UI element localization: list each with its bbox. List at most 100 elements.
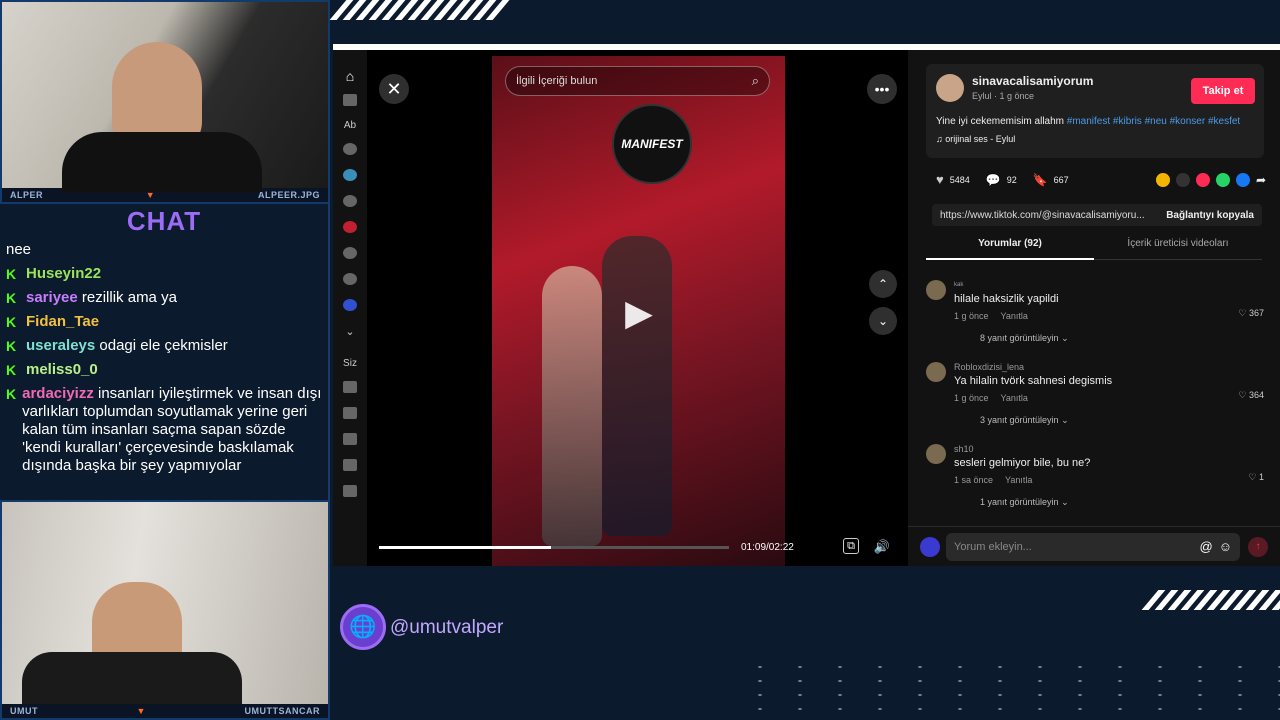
webcam-bottom-left-label: UMUT — [10, 706, 38, 716]
view-replies-label: 8 yanıt görüntüleyin — [980, 333, 1059, 343]
next-video-icon[interactable]: ⌄ — [869, 307, 897, 335]
video-player[interactable]: ✕ MANIFEST İlgili İçeriği bulun ⌕ ▶ 01:0… — [367, 50, 908, 566]
previous-video-icon[interactable]: ⌃ — [869, 270, 897, 298]
right-stripes-decoration — [1141, 590, 1280, 610]
volume-icon[interactable]: 🔊 — [873, 538, 891, 556]
heart-outline-icon: ♡ — [1238, 390, 1249, 400]
comment-text: Ya hilalin tvörk sahnesi degismis — [954, 375, 1113, 387]
comment-like[interactable]: ♡ 367 — [1238, 308, 1264, 319]
author-avatar[interactable] — [936, 74, 964, 102]
search-icon[interactable]: ⌕ — [752, 73, 759, 89]
heart-outline-icon: ♡ — [1248, 472, 1259, 482]
comment-like[interactable]: ♡ 1 — [1248, 472, 1264, 483]
facebook-icon[interactable] — [1235, 172, 1250, 187]
chat-username[interactable]: useraleys — [26, 337, 95, 354]
comment-icon[interactable]: 💬 — [986, 173, 1001, 187]
video-link[interactable]: https://www.tiktok.com/@sinavacalisamiyo… — [940, 210, 1166, 221]
following-avatar-icon[interactable] — [343, 299, 357, 311]
chat-message-text: rezillik ama ya — [77, 289, 177, 306]
following-avatar-icon[interactable] — [343, 169, 357, 181]
commenter-name[interactable]: Robloxdizisi_lena — [954, 362, 1264, 372]
commenter-name[interactable]: sh10 — [954, 444, 1264, 454]
chat-username[interactable]: ardaciyizz — [22, 385, 94, 402]
bookmark-icon[interactable]: 🔖 — [1033, 173, 1048, 187]
tab-creator-videos[interactable]: İçerik üreticisi videoları — [1094, 238, 1262, 260]
kick-badge-icon: K — [6, 386, 17, 402]
chat-username[interactable]: sariyee — [26, 289, 78, 306]
tab-comments[interactable]: Yorumlar (92) — [926, 238, 1094, 260]
commenter-avatar[interactable] — [926, 362, 946, 382]
mention-icon[interactable]: @ — [1200, 539, 1213, 554]
video-search-input[interactable]: İlgili İçeriği bulun ⌕ — [505, 66, 770, 96]
caption-hashtags[interactable]: #manifest #kibris #neu #konser #kesfet — [1067, 116, 1240, 127]
send-icon[interactable] — [1195, 172, 1210, 187]
commenter-name[interactable]: ᵏᵃᵏ — [954, 280, 1264, 290]
following-avatar-icon[interactable] — [343, 195, 357, 207]
kick-badge-icon: K — [6, 362, 17, 378]
comment-input[interactable]: Yorum ekleyin... @ ☺ — [946, 532, 1240, 561]
chat-title: CHAT — [126, 206, 202, 236]
post-caption: Yine iyi cekememisim allahm #manifest #k… — [936, 116, 1240, 127]
comment-like[interactable]: ♡ 364 — [1238, 390, 1264, 401]
video-progress-track[interactable] — [379, 546, 729, 549]
comment-time: 1 sa önce — [954, 475, 994, 485]
emoji-icon[interactable]: ☺ — [1219, 539, 1232, 554]
webcam-top-right-label: ALPEER.JPG — [257, 190, 320, 200]
reply-button[interactable]: Yanıtla — [1001, 311, 1028, 321]
like-count: 5484 — [949, 174, 970, 185]
post-sound[interactable]: ♫ orijinal ses - Eylul — [936, 134, 1015, 144]
follow-button[interactable]: Takip et — [1191, 78, 1255, 104]
post-comment-button[interactable]: ↑ — [1248, 536, 1268, 557]
more-options-icon[interactable]: ••• — [867, 74, 897, 104]
view-replies-button[interactable]: 1 yanıt görüntüleyin ⌄ — [980, 497, 1264, 508]
chat-username[interactable]: Fidan_Tae — [26, 313, 99, 330]
comment-meta: 1 g önce Yanıtla — [954, 311, 1264, 321]
webcam-top-feed — [2, 2, 328, 192]
commenter-avatar[interactable] — [926, 280, 946, 300]
whatsapp-icon[interactable] — [1215, 172, 1230, 187]
following-avatar-icon[interactable] — [343, 247, 357, 259]
explore-icon[interactable] — [343, 94, 357, 106]
tiktok-sidebar: ⌂ Ab ⌄ Siz — [333, 50, 367, 566]
comment-meta: 1 g önce Yanıtla — [954, 393, 1264, 403]
copy-link-button[interactable]: Bağlantıyı kopyala — [1166, 210, 1254, 221]
kick-badge-icon: K — [6, 338, 17, 354]
comment-item: sh10 sesleri gelmiyor bile, bu ne? 1 sa ön… — [926, 444, 1264, 508]
like-icon[interactable] — [343, 485, 357, 497]
coin-icon[interactable] — [1155, 172, 1170, 187]
clock-icon[interactable] — [343, 459, 357, 471]
kick-badge-icon: K — [6, 290, 17, 306]
view-replies-button[interactable]: 3 yanıt görüntüleyin ⌄ — [980, 415, 1264, 426]
user-avatar[interactable] — [920, 536, 940, 557]
reply-button[interactable]: Yanıtla — [1001, 393, 1028, 403]
webcam-bottom: UMUT ▼ UMUTTSANCAR — [0, 500, 330, 720]
view-replies-button[interactable]: 8 yanıt görüntüleyin ⌄ — [980, 333, 1264, 344]
following-avatar-icon[interactable] — [343, 221, 357, 233]
tab-creator-label: İçerik üreticisi videoları — [1127, 238, 1229, 249]
commenter-avatar[interactable] — [926, 444, 946, 464]
top-stripes-decoration — [329, 0, 510, 20]
performer-silhouette — [602, 236, 672, 536]
comment-item: ᵏᵃᵏ hilale haksizlik yapildi 1 g önce Yanıt… — [926, 280, 1264, 344]
list-icon[interactable] — [343, 433, 357, 445]
embed-icon[interactable] — [1175, 172, 1190, 187]
reply-button[interactable]: Yanıtla — [1005, 475, 1032, 485]
comment-list: ᵏᵃᵏ hilale haksizlik yapildi 1 g önce Yanıt… — [926, 280, 1264, 520]
play-icon[interactable]: ▶ — [619, 292, 659, 333]
streamer-handle: @umutvalper — [390, 617, 504, 638]
share-arrow-icon[interactable]: ➦ — [1256, 173, 1266, 187]
close-icon[interactable]: ✕ — [379, 74, 409, 104]
chat-username[interactable]: Huseyin22 — [26, 265, 101, 282]
author-username[interactable]: sinavacalisamiyorum — [972, 74, 1093, 88]
history-icon[interactable] — [343, 407, 357, 419]
home-icon[interactable]: ⌂ — [333, 68, 367, 84]
following-avatar-icon[interactable] — [343, 143, 357, 155]
heart-icon[interactable]: ♥ — [936, 172, 944, 187]
chevron-down-icon[interactable]: ⌄ — [333, 325, 367, 338]
comment-text: hilale haksizlik yapildi — [954, 293, 1059, 305]
following-avatar-icon[interactable] — [343, 273, 357, 285]
globe-icon: 🌐 — [340, 604, 386, 650]
pip-icon[interactable]: ⧉ — [843, 538, 859, 554]
chat-username[interactable]: meliss0_0 — [26, 361, 98, 378]
profile-icon[interactable] — [343, 381, 357, 393]
